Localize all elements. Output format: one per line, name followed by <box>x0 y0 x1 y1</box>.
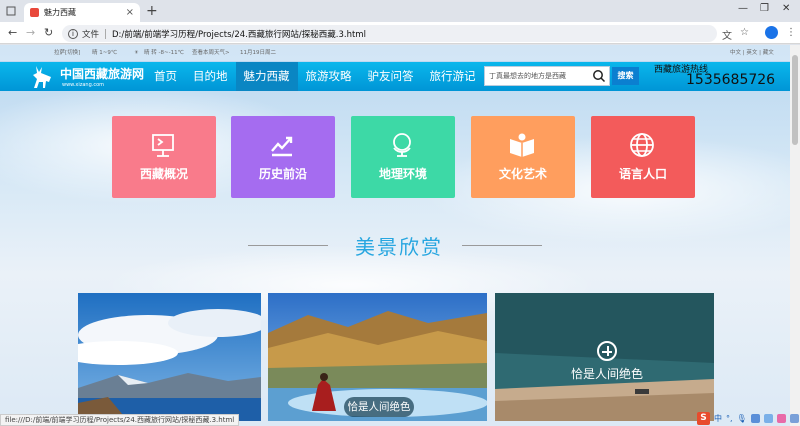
ime-toolbar: S 中 °, 🎙 <box>697 411 799 425</box>
toolbox-icon[interactable] <box>789 413 799 423</box>
tile-culture[interactable]: 文化艺术 <box>471 116 575 198</box>
tile-label: 语言人口 <box>618 167 667 181</box>
sogou-logo-icon[interactable]: S <box>697 411 710 425</box>
site-logo[interactable]: 中国西藏旅游网 www.xizang.com <box>28 64 146 90</box>
menu-item-destination[interactable]: 目的地 <box>185 62 236 91</box>
logo-text: 中国西藏旅游网 <box>60 67 145 81</box>
section-title: 美景欣赏 <box>355 235 443 259</box>
world-icon <box>630 133 654 157</box>
tile-label: 历史前沿 <box>258 167 307 181</box>
tile-language[interactable]: 语言人口 <box>591 116 695 198</box>
photo-caption: 恰是人间绝色 <box>344 397 414 417</box>
menu-item-guides[interactable]: 旅游攻略 <box>298 62 360 91</box>
forward-icon[interactable]: → <box>26 27 35 39</box>
profile-avatar-icon[interactable] <box>765 26 778 39</box>
divider-left <box>248 245 328 246</box>
bookmark-star-icon[interactable]: ☆ <box>740 27 749 38</box>
top-info-bar: 拉萨[切换] 晴 1~9℃ ☀ 晴 转 -8~-11℃ 查看本周天气> 11月1… <box>0 45 790 61</box>
url-field[interactable]: i 文件 D:/前端/前端学习历程/Projects/24.西藏旅行网站/探秘西… <box>62 25 717 42</box>
translate-icon[interactable]: 文 <box>722 27 732 42</box>
search-icon[interactable] <box>592 69 606 83</box>
skin-icon[interactable] <box>763 413 773 423</box>
tab-active[interactable]: 魅力西藏 × <box>24 3 140 22</box>
sun-icon: ☀ <box>134 50 139 56</box>
favicon-icon <box>30 8 39 17</box>
menu-item-qa[interactable]: 驴友问答 <box>360 62 422 91</box>
punctuation-icon[interactable]: °, <box>726 414 733 423</box>
menu-item-home[interactable]: 首页 <box>146 62 185 91</box>
expand-plus-icon[interactable] <box>597 341 617 361</box>
web-page: 拉萨[切换] 晴 1~9℃ ☀ 晴 转 -8~-11℃ 查看本周天气> 11月1… <box>0 45 790 426</box>
tile-label: 地理环境 <box>378 167 427 181</box>
photo-caption: 恰是人间绝色 <box>570 367 643 381</box>
reload-icon[interactable]: ↻ <box>44 27 53 39</box>
tile-geography[interactable]: 地理环境 <box>351 116 455 198</box>
section-heading: 美景欣赏 <box>0 229 790 259</box>
browser-tab-bar: 魅力西藏 × + — ❐ ✕ <box>0 0 800 22</box>
file-label: 文件 <box>82 29 100 40</box>
url-text: D:/前端/前端学习历程/Projects/24.西藏旅行网站/探秘西藏.3.h… <box>112 29 366 40</box>
address-bar: ← → ↻ i 文件 D:/前端/前端学习历程/Projects/24.西藏旅行… <box>0 22 800 44</box>
search-placeholder: 丁真最想去的地方是西藏 <box>489 72 566 80</box>
gallery-photo-lake[interactable] <box>78 293 261 421</box>
main-menu: 首页 目的地 魅力西藏 旅游攻略 驴友问答 旅行游记 <box>146 62 484 91</box>
gift-icon[interactable] <box>776 413 786 423</box>
info-icon[interactable]: i <box>68 28 78 39</box>
tab-title: 魅力西藏 <box>44 8 76 17</box>
logo-domain: www.xizang.com <box>62 82 105 88</box>
date-text: 11月19日周二 <box>240 50 276 56</box>
flag-icon <box>152 134 174 157</box>
menu-item-travelogue[interactable]: 旅行游记 <box>422 62 484 91</box>
ime-language[interactable]: 中 <box>714 413 722 424</box>
status-bar-url: file:///D:/前端/前端学习历程/Projects/24.西藏旅行网站/… <box>0 414 240 426</box>
microphone-icon[interactable]: 🎙 <box>737 414 747 423</box>
tab-close-icon[interactable]: × <box>126 7 134 18</box>
new-tab-button[interactable]: + <box>146 3 158 19</box>
divider-right <box>462 245 542 246</box>
gallery-photo-valley[interactable]: 恰是人间绝色 <box>268 293 487 421</box>
search-input[interactable]: 丁真最想去的地方是西藏 <box>484 66 610 86</box>
minimize-icon[interactable]: — <box>738 3 748 14</box>
gallery-photo-desert[interactable]: 恰是人间绝色 <box>495 293 714 421</box>
location-switch[interactable]: 拉萨[切换] <box>54 45 80 61</box>
menu-item-charm-tibet[interactable]: 魅力西藏 <box>235 62 298 91</box>
tile-label: 西藏概况 <box>139 167 188 181</box>
keyboard-icon[interactable] <box>750 413 760 423</box>
lake-photo-image <box>78 293 261 421</box>
maximize-icon[interactable]: ❐ <box>760 3 769 14</box>
tile-overview[interactable]: 西藏概况 <box>112 116 216 198</box>
search-button[interactable]: 搜索 <box>612 67 639 85</box>
book-icon <box>510 133 534 157</box>
weather-tomorrow: 晴 转 -8~-11℃ <box>144 50 184 56</box>
trend-icon <box>271 136 293 157</box>
divider <box>105 28 107 39</box>
globe-icon <box>393 133 411 157</box>
antelope-logo-icon <box>33 66 51 88</box>
tile-label: 文化艺术 <box>498 167 547 181</box>
site-header: 中国西藏旅游网 www.xizang.com 首页 目的地 魅力西藏 旅游攻略 … <box>0 62 790 91</box>
weather-today: 晴 1~9℃ <box>92 50 118 56</box>
more-menu-icon[interactable]: ⋮ <box>786 27 796 38</box>
window-close-icon[interactable]: ✕ <box>782 3 790 14</box>
page-scrollbar[interactable] <box>790 45 800 426</box>
weather-link[interactable]: 查看本周天气> <box>192 45 230 61</box>
tile-history[interactable]: 历史前沿 <box>231 116 335 198</box>
back-icon[interactable]: ← <box>8 27 17 39</box>
tab-menu-icon[interactable] <box>6 5 16 16</box>
scrollbar-thumb[interactable] <box>792 55 798 145</box>
hotline-number: 1535685726 <box>686 72 776 88</box>
language-switch[interactable]: 中文 | 英文 | 藏文 <box>730 45 774 61</box>
